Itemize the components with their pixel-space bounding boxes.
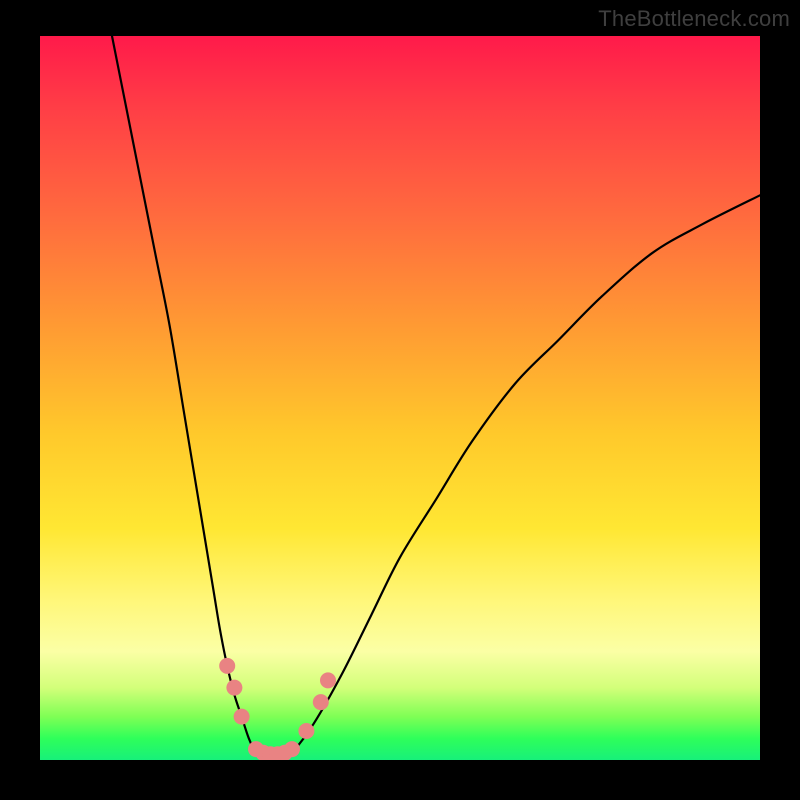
marker-dot (313, 694, 329, 710)
marker-dot (234, 709, 250, 725)
chart-container: TheBottleneck.com (0, 0, 800, 800)
marker-dot (226, 680, 242, 696)
marker-dot (219, 658, 235, 674)
marker-dot (320, 672, 336, 688)
marker-dot (284, 741, 300, 757)
curve-layer (40, 36, 760, 760)
plot-area (40, 36, 760, 760)
marker-dot (298, 723, 314, 739)
bottleneck-curve (112, 36, 760, 759)
marker-dots (219, 658, 336, 760)
watermark-text: TheBottleneck.com (598, 6, 790, 32)
